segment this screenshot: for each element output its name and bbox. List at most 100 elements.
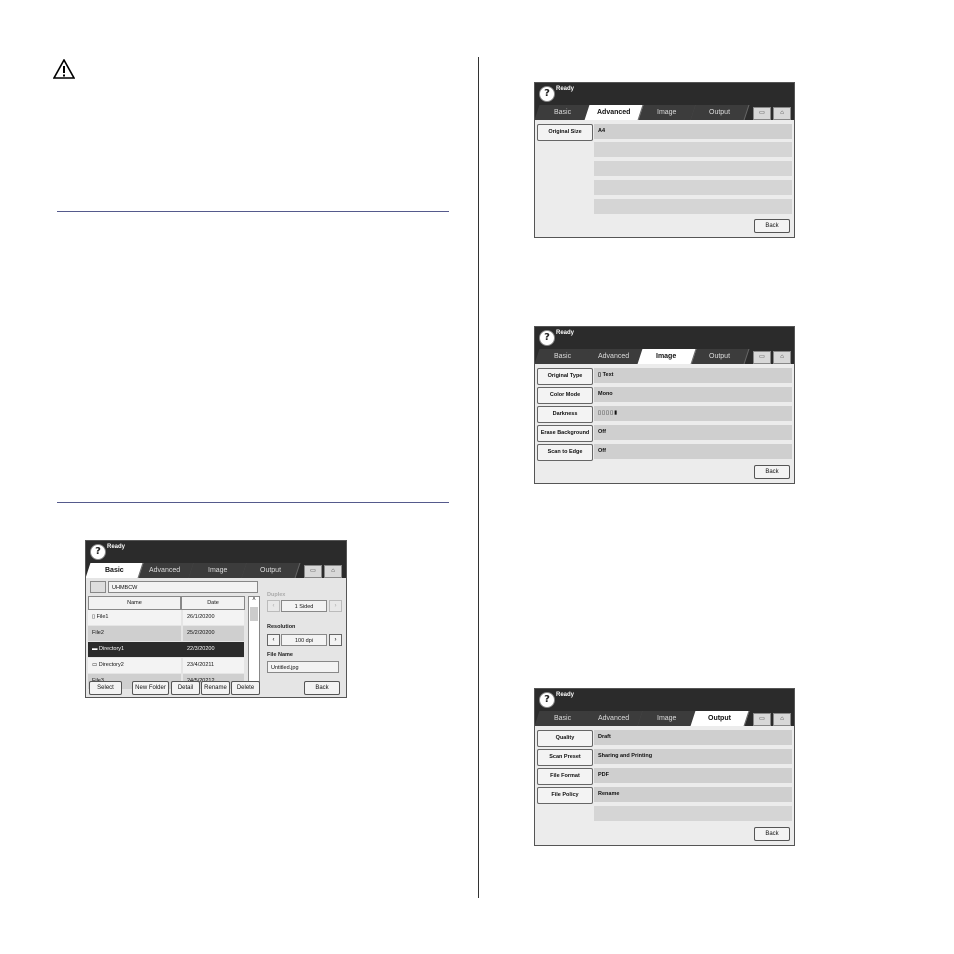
- back-button[interactable]: Back: [754, 465, 790, 479]
- empty-row: [594, 199, 792, 214]
- table-row[interactable]: File2 25/2/20200: [88, 626, 244, 641]
- tab-output[interactable]: Output: [690, 349, 750, 364]
- folder-icon: ▭: [92, 662, 98, 668]
- filename-input[interactable]: Untitled.jpg: [267, 661, 339, 673]
- folder-icon: ▬: [92, 646, 98, 652]
- tab-basic[interactable]: Basic: [535, 105, 593, 120]
- section-divider: [57, 211, 449, 212]
- empty-row: [594, 180, 792, 195]
- file-policy-value: Rename: [594, 787, 792, 802]
- tab-bar: Basic Advanced Image Output ▭ ⌂: [535, 349, 794, 364]
- back-button[interactable]: Back: [304, 681, 340, 695]
- advanced-tab-screen: ? Ready Basic Advanced Image Output ▭ ⌂ …: [534, 82, 795, 238]
- filename-label: File Name: [267, 652, 293, 658]
- warning-icon: [53, 59, 75, 79]
- erase-background-value: Off: [594, 425, 792, 440]
- tab-basic[interactable]: Basic: [86, 563, 144, 578]
- resolution-next-icon[interactable]: ›: [329, 634, 342, 646]
- help-icon[interactable]: ?: [539, 86, 555, 102]
- file-policy-button[interactable]: File Policy: [537, 787, 593, 804]
- darkness-button[interactable]: Darkness: [537, 406, 593, 423]
- original-size-value: A4: [594, 124, 792, 139]
- tab-image[interactable]: Image: [637, 349, 697, 364]
- tab-basic[interactable]: Basic: [535, 349, 593, 364]
- column-divider: [478, 57, 479, 898]
- tab-image[interactable]: Image: [637, 711, 697, 726]
- tab-output[interactable]: Output: [241, 563, 301, 578]
- color-mode-value: Mono: [594, 387, 792, 402]
- status-bar: ? Ready: [535, 689, 794, 711]
- column-header-date[interactable]: Date: [181, 596, 245, 610]
- table-row[interactable]: ▭ Directory2 23/4/20211: [88, 658, 244, 673]
- job-status-icon[interactable]: ▭: [753, 713, 771, 726]
- column-header-name[interactable]: Name: [88, 596, 181, 610]
- status-bar: ? Ready: [535, 83, 794, 105]
- detail-button[interactable]: Detail: [171, 681, 200, 695]
- home-icon[interactable]: ⌂: [773, 107, 791, 120]
- image-tab-screen: ? Ready Basic Advanced Image Output ▭ ⌂ …: [534, 326, 795, 484]
- rename-button[interactable]: Rename: [201, 681, 230, 695]
- help-icon[interactable]: ?: [90, 544, 106, 560]
- empty-row: [594, 142, 792, 157]
- resolution-label: Resolution: [267, 624, 296, 630]
- home-icon[interactable]: ⌂: [773, 351, 791, 364]
- tab-advanced[interactable]: Advanced: [584, 711, 644, 726]
- original-type-button[interactable]: Original Type: [537, 368, 593, 385]
- original-type-value: ▯ Text: [594, 368, 792, 383]
- file-icon: ▯: [92, 614, 96, 620]
- file-format-button[interactable]: File Format: [537, 768, 593, 785]
- status-text: Ready: [556, 692, 575, 698]
- tab-advanced[interactable]: Advanced: [135, 563, 195, 578]
- duplex-field: 1 Sided: [281, 600, 327, 612]
- tab-advanced[interactable]: Advanced: [584, 349, 644, 364]
- job-status-icon[interactable]: ▭: [753, 107, 771, 120]
- home-icon[interactable]: ⌂: [324, 565, 342, 578]
- tab-bar: Basic Advanced Image Output ▭ ⌂: [535, 105, 794, 120]
- tab-image[interactable]: Image: [188, 563, 248, 578]
- scan-to-edge-value: Off: [594, 444, 792, 459]
- section-divider: [57, 502, 449, 503]
- new-folder-button[interactable]: New Folder: [132, 681, 169, 695]
- job-status-icon[interactable]: ▭: [753, 351, 771, 364]
- file-format-value: PDF: [594, 768, 792, 783]
- output-tab-screen: ? Ready Basic Advanced Image Output ▭ ⌂ …: [534, 688, 795, 846]
- tab-basic[interactable]: Basic: [535, 711, 593, 726]
- back-button[interactable]: Back: [754, 219, 790, 233]
- darkness-value: ▯▯▯▯▮: [594, 406, 792, 421]
- scroll-thumb[interactable]: [250, 607, 258, 621]
- status-bar: ? Ready: [535, 327, 794, 349]
- scroll-up-icon[interactable]: ˄: [249, 597, 259, 603]
- scan-to-edge-button[interactable]: Scan to Edge: [537, 444, 593, 461]
- help-icon[interactable]: ?: [539, 692, 555, 708]
- resolution-prev-icon[interactable]: ‹: [267, 634, 280, 646]
- tab-output[interactable]: Output: [690, 105, 750, 120]
- duplex-next-icon[interactable]: ›: [329, 600, 342, 612]
- table-row-selected[interactable]: ▬ Directory1 22/3/20200: [88, 642, 244, 657]
- back-button[interactable]: Back: [754, 827, 790, 841]
- tab-output[interactable]: Output: [690, 711, 750, 726]
- scrollbar[interactable]: ˄ ˅: [248, 596, 260, 690]
- erase-background-button[interactable]: Erase Background: [537, 425, 593, 442]
- duplex-label: Duplex: [267, 592, 286, 598]
- help-icon[interactable]: ?: [539, 330, 555, 346]
- folder-up-icon[interactable]: [90, 581, 106, 593]
- original-size-button[interactable]: Original Size: [537, 124, 593, 141]
- settings-body: Quality Draft Scan Preset Sharing and Pr…: [535, 726, 794, 845]
- darkness-level-icon: ▯▯▯▯▮: [598, 410, 619, 416]
- resolution-field: 100 dpi: [281, 634, 327, 646]
- quality-button[interactable]: Quality: [537, 730, 593, 747]
- scan-preset-button[interactable]: Scan Preset: [537, 749, 593, 766]
- color-mode-button[interactable]: Color Mode: [537, 387, 593, 404]
- empty-row: [594, 161, 792, 176]
- delete-button[interactable]: Delete: [231, 681, 260, 695]
- home-icon[interactable]: ⌂: [773, 713, 791, 726]
- path-field: UHMBCW: [108, 581, 258, 593]
- duplex-prev-icon[interactable]: ‹: [267, 600, 280, 612]
- settings-body: Original Size A4 Back: [535, 120, 794, 237]
- tab-advanced[interactable]: Advanced: [584, 105, 644, 120]
- job-status-icon[interactable]: ▭: [304, 565, 322, 578]
- status-text: Ready: [556, 86, 575, 92]
- tab-image[interactable]: Image: [637, 105, 697, 120]
- table-row[interactable]: ▯ File1 26/1/20200: [88, 610, 244, 625]
- select-button[interactable]: Select: [89, 681, 122, 695]
